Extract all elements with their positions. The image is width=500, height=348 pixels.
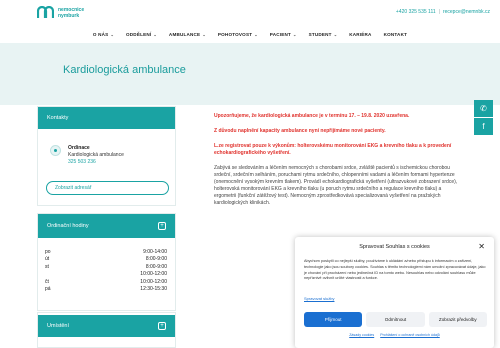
alert-closure: Upozorňujeme, že kardiologická ambulance… — [214, 113, 410, 119]
deny-button[interactable]: Odmítnout — [366, 312, 425, 327]
contacts-card: Kontakty Ordinace Kardiologická ambulanc… — [37, 106, 176, 206]
nav-item-kariera[interactable]: Kariéra — [349, 32, 371, 37]
top-phone-link[interactable]: +420 325 535 111 — [396, 9, 436, 15]
nav-item-ambulance[interactable]: Ambulance ⌄ — [169, 32, 206, 37]
nav-label: Pohotovost — [217, 32, 253, 37]
cookie-text: Abychom poskytli co nejlepší služby, pou… — [304, 259, 486, 281]
nav-label: Ambulance — [168, 32, 201, 37]
top-email-link[interactable]: recepce@nemnbk.cz — [443, 9, 490, 15]
nav-label: Kontakt — [383, 32, 408, 37]
hours-row: st 8:00-9:00 — [45, 264, 167, 271]
location-pin-icon — [50, 145, 61, 156]
phone-icon[interactable]: ✆ — [474, 100, 493, 117]
alert-registration: L.ze registrovat pouze k výkonům: holter… — [214, 143, 452, 156]
hours-row: út 8:00-9:00 — [45, 256, 167, 263]
top-bar: nemocnice nymburk +420 325 535 111 | recep… — [0, 0, 500, 26]
contacts-card-header[interactable]: Kontakty — [38, 107, 175, 129]
cookie-policy-link[interactable]: Zásady cookies — [349, 333, 374, 337]
chevron-down-icon: ⌄ — [110, 32, 115, 37]
nav-item-student[interactable]: Student ⌄ — [309, 32, 338, 37]
nav-label: Pacient — [269, 32, 292, 37]
hours-row: po 9:00-14:00 — [45, 249, 167, 256]
page-hero: Kardiologická ambulance — [0, 43, 500, 105]
preferences-button[interactable]: Zobrazit předvolby — [428, 312, 487, 327]
cookie-buttons: Přijmout Odmítnout Zobrazit předvolby — [304, 312, 487, 327]
expand-icon[interactable]: + — [158, 322, 166, 330]
facebook-icon[interactable]: f — [474, 118, 493, 135]
alert-capacity: Z důvodu naplnění kapacity ambulance nyn… — [214, 128, 386, 134]
chevron-down-icon: ⌄ — [333, 32, 338, 37]
hours-row: pá 12:30-15:30 — [45, 286, 167, 293]
main-nav: O nás ⌄ Oddělení ⌄ Ambulance ⌄ Pohotovost ⌄ … — [0, 26, 500, 43]
close-icon[interactable]: ✕ — [478, 242, 485, 251]
hours-card-title: Ordinační hodiny — [47, 223, 89, 229]
logo-line-1: nemocnice — [58, 6, 85, 13]
contact-details: Ordinace Kardiologická ambulance 325 503… — [68, 145, 124, 166]
nav-item-pohotovost[interactable]: Pohotovost ⌄ — [218, 32, 258, 37]
hours-table: po 9:00-14:00 út 8:00-9:00 st 8:00-9:00 10:… — [45, 249, 167, 293]
logo-icon — [37, 6, 54, 18]
chevron-down-icon: ⌄ — [254, 32, 258, 37]
cookie-footer-links: Zásady cookies Prohlášení o ochraně osob… — [295, 333, 494, 337]
contact-entry: Ordinace Kardiologická ambulance 325 503… — [50, 145, 124, 166]
expand-icon[interactable]: + — [158, 222, 166, 230]
contacts-card-title: Kontakty — [47, 115, 69, 121]
hours-time: 8:00-9:00 — [145, 256, 167, 263]
manage-services-link[interactable]: Spravovat služby — [304, 296, 334, 301]
chevron-down-icon: ⌄ — [293, 32, 297, 37]
chevron-down-icon: ⌄ — [153, 32, 157, 37]
logo-line-2: nymburk — [58, 12, 80, 19]
cookie-title: Spravovat Souhlas s cookies — [359, 244, 430, 250]
hours-row: čt 10:00-12:00 — [45, 279, 167, 286]
cookie-consent-dialog: Spravovat Souhlas s cookies ✕ Abychom po… — [295, 237, 494, 348]
hours-day: po — [45, 249, 51, 255]
nav-label: Kariéra — [349, 32, 372, 37]
hours-row: 10:00-12:00 — [45, 271, 167, 278]
page-title: Kardiologická ambulance — [63, 64, 186, 76]
contact-line-1: Ordinace — [68, 145, 90, 151]
location-card: Umístění + — [37, 312, 176, 348]
alert-block: Upozorňujeme, že kardiologická ambulance… — [214, 113, 459, 157]
hours-day: út — [45, 256, 50, 263]
nav-item-pacient[interactable]: Pacient ⌄ — [270, 32, 297, 37]
chevron-down-icon: ⌄ — [202, 32, 206, 37]
description-text: Zabývá se sledováním a léčením nemocných… — [214, 165, 458, 206]
hours-time: 9:00-14:00 — [143, 249, 167, 255]
hours-day: čt — [45, 278, 49, 285]
hours-day: pá — [45, 286, 51, 293]
main-content: Upozorňujeme, že kardiologická ambulance… — [214, 113, 459, 207]
side-icon-bar: ✆ f — [474, 100, 493, 136]
nav-label: Student — [308, 32, 332, 37]
nav-item-kontakt[interactable]: Kontakt — [384, 32, 408, 37]
hours-time: 10:00-12:00 — [140, 271, 167, 278]
hours-time: 12:30-15:30 — [140, 286, 167, 293]
location-card-title: Umístění — [47, 323, 70, 329]
accept-button[interactable]: Přijmout — [304, 312, 363, 327]
contact-line-2: Kardiologická ambulance — [68, 152, 124, 158]
hours-time: 10:00-12:00 — [140, 278, 167, 285]
privacy-statement-link[interactable]: Prohlášení o ochraně osobních údajů — [380, 333, 440, 337]
nav-item-o-nas[interactable]: O nás ⌄ — [93, 32, 114, 37]
show-directory-button[interactable]: Zobrazit adresář — [46, 181, 169, 195]
top-separator: | — [438, 9, 440, 15]
hours-card: Ordinační hodiny + po 9:00-14:00 út 8:00-9… — [37, 213, 176, 311]
hours-card-header[interactable]: Ordinační hodiny + — [38, 214, 175, 238]
top-contacts: +420 325 535 111 | recepce@nemnbk.cz — [396, 9, 490, 15]
nav-label: Oddělení — [126, 32, 152, 37]
hours-time: 8:00-9:00 — [145, 263, 167, 270]
nav-label: O nás — [92, 32, 109, 37]
contact-phone[interactable]: 325 503 236 — [68, 159, 124, 166]
hours-day: st — [45, 263, 49, 270]
logo-text: nemocnice nymburk — [58, 7, 84, 19]
location-card-header[interactable]: Umístění + — [38, 315, 175, 337]
logo[interactable]: nemocnice nymburk — [37, 6, 84, 19]
nav-item-oddeleni[interactable]: Oddělení ⌄ — [126, 32, 157, 37]
